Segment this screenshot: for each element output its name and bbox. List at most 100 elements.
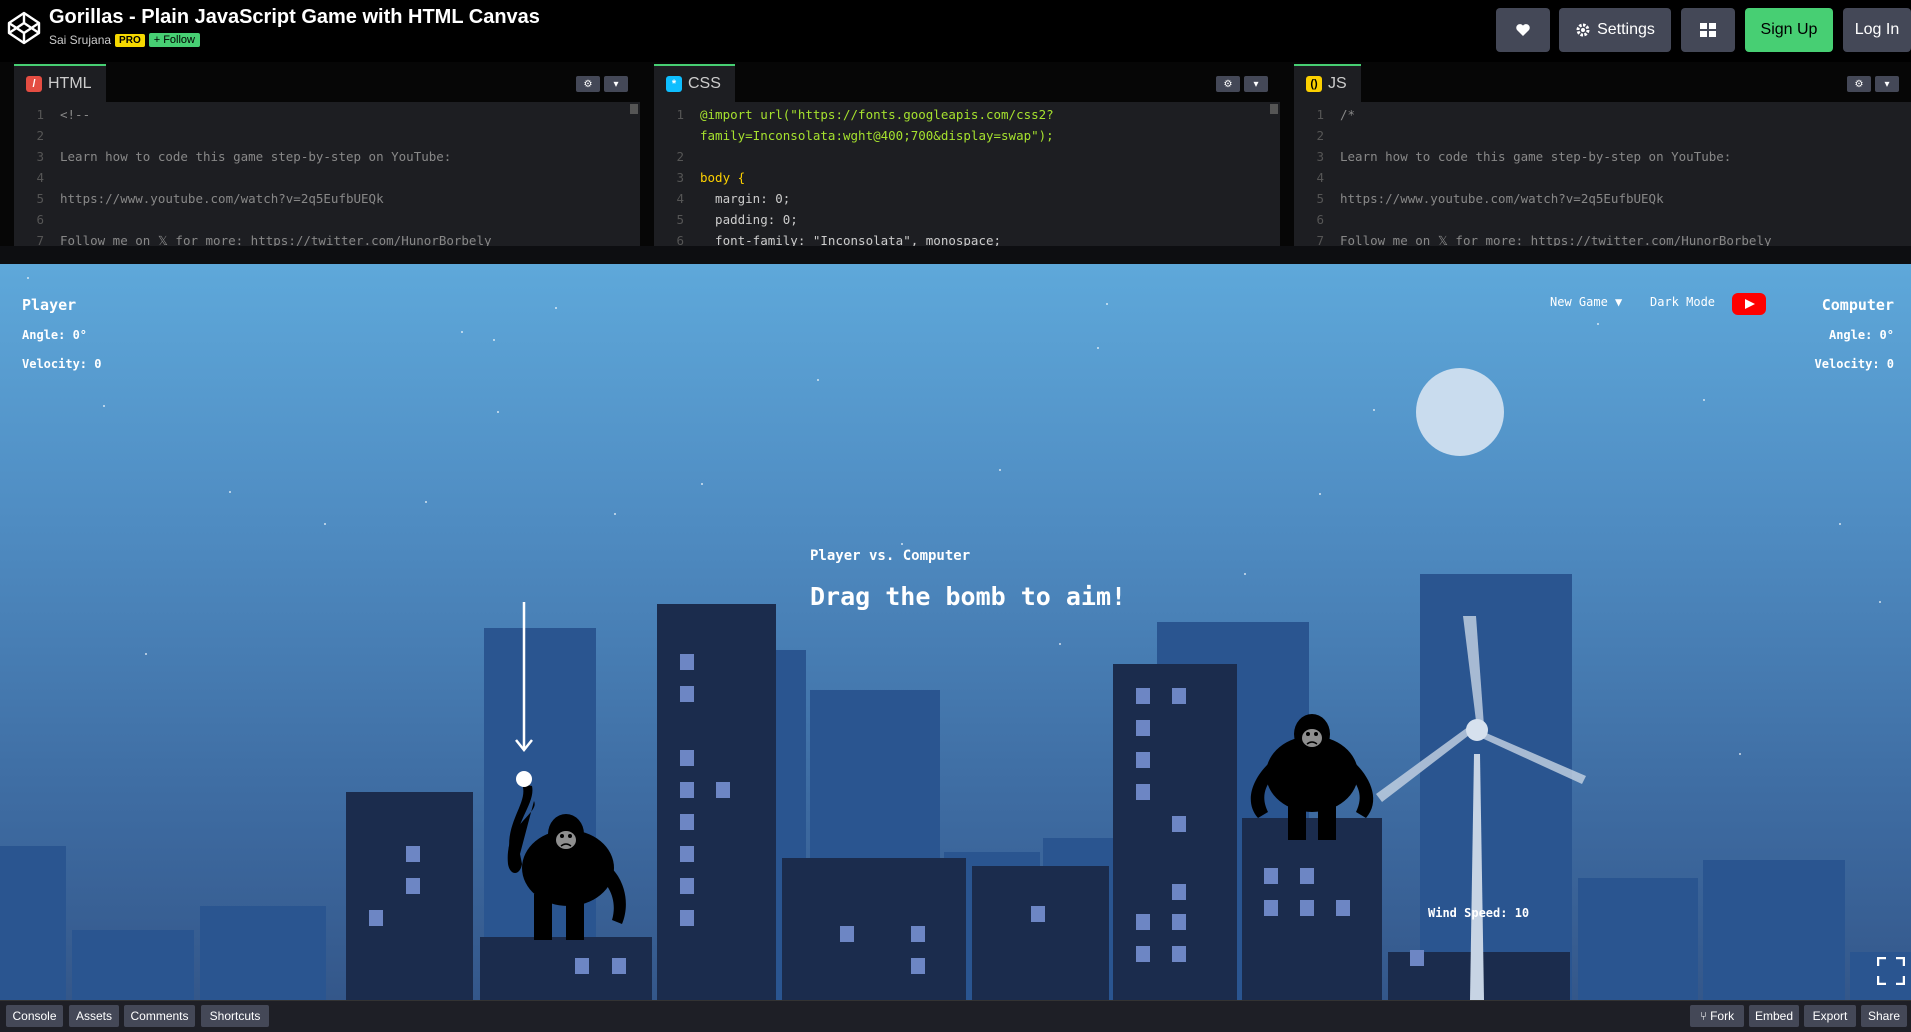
code-line[interactable]: 5 https://www.youtube.com/watch?v=2q5Eufb…	[1294, 188, 1911, 209]
author-name[interactable]: Sai Srujana	[49, 33, 111, 47]
code-line[interactable]: 1 <!--	[14, 104, 640, 125]
line-number: 7	[36, 233, 44, 246]
code-line[interactable]: family=Inconsolata:wght@400;700&display=…	[654, 125, 1280, 146]
player-velocity: Velocity: 0	[22, 357, 102, 371]
css-settings-icon[interactable]: ⚙	[1216, 76, 1240, 92]
follow-button[interactable]: + Follow	[148, 33, 200, 47]
code-line[interactable]: 3 Learn how to code this game step-by-ste…	[14, 146, 640, 167]
dark-mode-toggle[interactable]: Dark Mode	[1650, 295, 1715, 309]
layout-button[interactable]	[1681, 8, 1735, 52]
wind-speed: Wind Speed: 10	[1428, 906, 1530, 920]
html-settings-icon[interactable]: ⚙	[576, 76, 600, 92]
gear-icon	[1576, 23, 1590, 37]
code-text: https://www.youtube.com/watch?v=2q5EufbU…	[60, 191, 384, 206]
line-number: 1	[1316, 107, 1324, 122]
code-line[interactable]: 4 margin: 0;	[654, 188, 1280, 209]
code-line[interactable]: 6 font-family: "Inconsolata", monospace;	[654, 230, 1280, 246]
game-canvas[interactable]	[0, 264, 1911, 1000]
code-line[interactable]: 4	[1294, 167, 1911, 188]
line-number: 5	[676, 212, 684, 227]
layout-icon	[1700, 23, 1716, 37]
code-text: margin: 0;	[700, 191, 791, 206]
code-line[interactable]: 6	[1294, 209, 1911, 230]
html-collapse-icon[interactable]: ▾	[604, 76, 628, 92]
html-scrollbar[interactable]	[630, 104, 638, 114]
share-button[interactable]: Share	[1861, 1005, 1907, 1027]
code-line[interactable]: 2	[14, 125, 640, 146]
js-collapse-icon[interactable]: ▾	[1875, 76, 1899, 92]
code-text: padding: 0;	[700, 212, 798, 227]
game-preview[interactable]: Player Angle: 0° Velocity: 0 Computer An…	[0, 264, 1911, 1000]
code-text: font-family: "Inconsolata", monospace;	[700, 233, 1002, 246]
code-line[interactable]: 2	[1294, 125, 1911, 146]
moon	[1416, 368, 1504, 456]
settings-button[interactable]: Settings	[1559, 8, 1671, 52]
assets-button[interactable]: Assets	[69, 1005, 119, 1027]
code-text: @import url("https://fonts.googleapis.co…	[700, 107, 1054, 122]
youtube-icon[interactable]	[1732, 293, 1766, 315]
js-code[interactable]: 1 /* 2 3 Learn how to code this game step-by…	[1294, 104, 1911, 246]
code-line[interactable]: 5 https://www.youtube.com/watch?v=2q5Eufb…	[14, 188, 640, 209]
code-line[interactable]: 4	[14, 167, 640, 188]
html-code[interactable]: 1 <!-- 2 3 Learn how to code this game step-…	[14, 104, 640, 246]
codepen-logo-icon[interactable]	[6, 10, 42, 46]
js-tab[interactable]: () JS	[1294, 64, 1361, 102]
pro-badge: PRO	[115, 33, 145, 47]
code-text: body {	[700, 170, 746, 185]
fork-button[interactable]: ⑂ Fork	[1690, 1005, 1744, 1027]
code-line[interactable]: 6	[14, 209, 640, 230]
settings-label: Settings	[1597, 21, 1655, 38]
computer-angle: Angle: 0°	[1828, 328, 1894, 342]
fullscreen-icon[interactable]	[1877, 957, 1905, 985]
new-game-menu[interactable]: New Game ▼	[1550, 295, 1622, 309]
line-number: 1	[676, 107, 684, 122]
css-tab[interactable]: * CSS	[654, 64, 735, 102]
code-line[interactable]: 1 @import url("https://fonts.googleapis.c…	[654, 104, 1280, 125]
player-angle: Angle: 0°	[22, 328, 88, 342]
export-button[interactable]: Export	[1804, 1005, 1856, 1027]
embed-button[interactable]: Embed	[1749, 1005, 1799, 1027]
code-text: Follow me on 𝕏 for more: https://twitter…	[1340, 233, 1772, 246]
computer-velocity: Velocity: 0	[1814, 357, 1894, 371]
html-icon: /	[26, 76, 42, 92]
line-number: 5	[36, 191, 44, 206]
js-settings-icon[interactable]: ⚙	[1847, 76, 1871, 92]
bomb[interactable]	[516, 771, 532, 787]
js-editor-pane[interactable]: () JS ⚙ ▾ 1 /* 2 3 Learn how to code this ga…	[1294, 64, 1911, 246]
css-editor-pane[interactable]: * CSS ⚙ ▾ 1 @import url("https://fonts.go…	[654, 64, 1280, 246]
console-button[interactable]: Console	[6, 1005, 63, 1027]
code-line[interactable]: 7 Follow me on 𝕏 for more: https://twitte…	[1294, 230, 1911, 246]
instruction-text: Drag the bomb to aim!	[810, 582, 1127, 611]
line-number: 2	[36, 128, 44, 143]
code-text: family=Inconsolata:wght@400;700&display=…	[700, 128, 1054, 143]
code-line[interactable]: 3 Learn how to code this game step-by-ste…	[1294, 146, 1911, 167]
code-line[interactable]: 1 /*	[1294, 104, 1911, 125]
css-collapse-icon[interactable]: ▾	[1244, 76, 1268, 92]
js-tab-label: JS	[1328, 75, 1347, 92]
code-text: <!--	[60, 107, 91, 122]
html-editor-pane[interactable]: / HTML ⚙ ▾ 1 <!-- 2 3 Learn how to code this…	[14, 64, 640, 246]
line-number: 3	[676, 170, 684, 185]
line-number: 2	[1316, 128, 1324, 143]
pen-title: Gorillas - Plain JavaScript Game with HT…	[49, 6, 540, 28]
line-number: 1	[36, 107, 44, 122]
css-code[interactable]: 1 @import url("https://fonts.googleapis.c…	[654, 104, 1280, 246]
line-number: 4	[36, 170, 44, 185]
like-button[interactable]	[1496, 8, 1550, 52]
code-line[interactable]: 7 Follow me on 𝕏 for more: https://twitte…	[14, 230, 640, 246]
code-line[interactable]: 3 body {	[654, 167, 1280, 188]
heart-icon	[1516, 24, 1530, 36]
resize-handle[interactable]	[0, 246, 1911, 264]
css-scrollbar[interactable]	[1270, 104, 1278, 114]
bottom-bar: Console Assets Comments Shortcuts ⑂ Fork…	[0, 1000, 1911, 1032]
css-icon: *	[666, 76, 682, 92]
line-number: 6	[1316, 212, 1324, 227]
signup-button[interactable]: Sign Up	[1745, 8, 1833, 52]
code-line[interactable]: 5 padding: 0;	[654, 209, 1280, 230]
login-button[interactable]: Log In	[1843, 8, 1911, 52]
comments-button[interactable]: Comments	[124, 1005, 195, 1027]
html-tab[interactable]: / HTML	[14, 64, 106, 102]
code-line[interactable]: 2	[654, 146, 1280, 167]
shortcuts-button[interactable]: Shortcuts	[201, 1005, 269, 1027]
line-number: 6	[36, 212, 44, 227]
